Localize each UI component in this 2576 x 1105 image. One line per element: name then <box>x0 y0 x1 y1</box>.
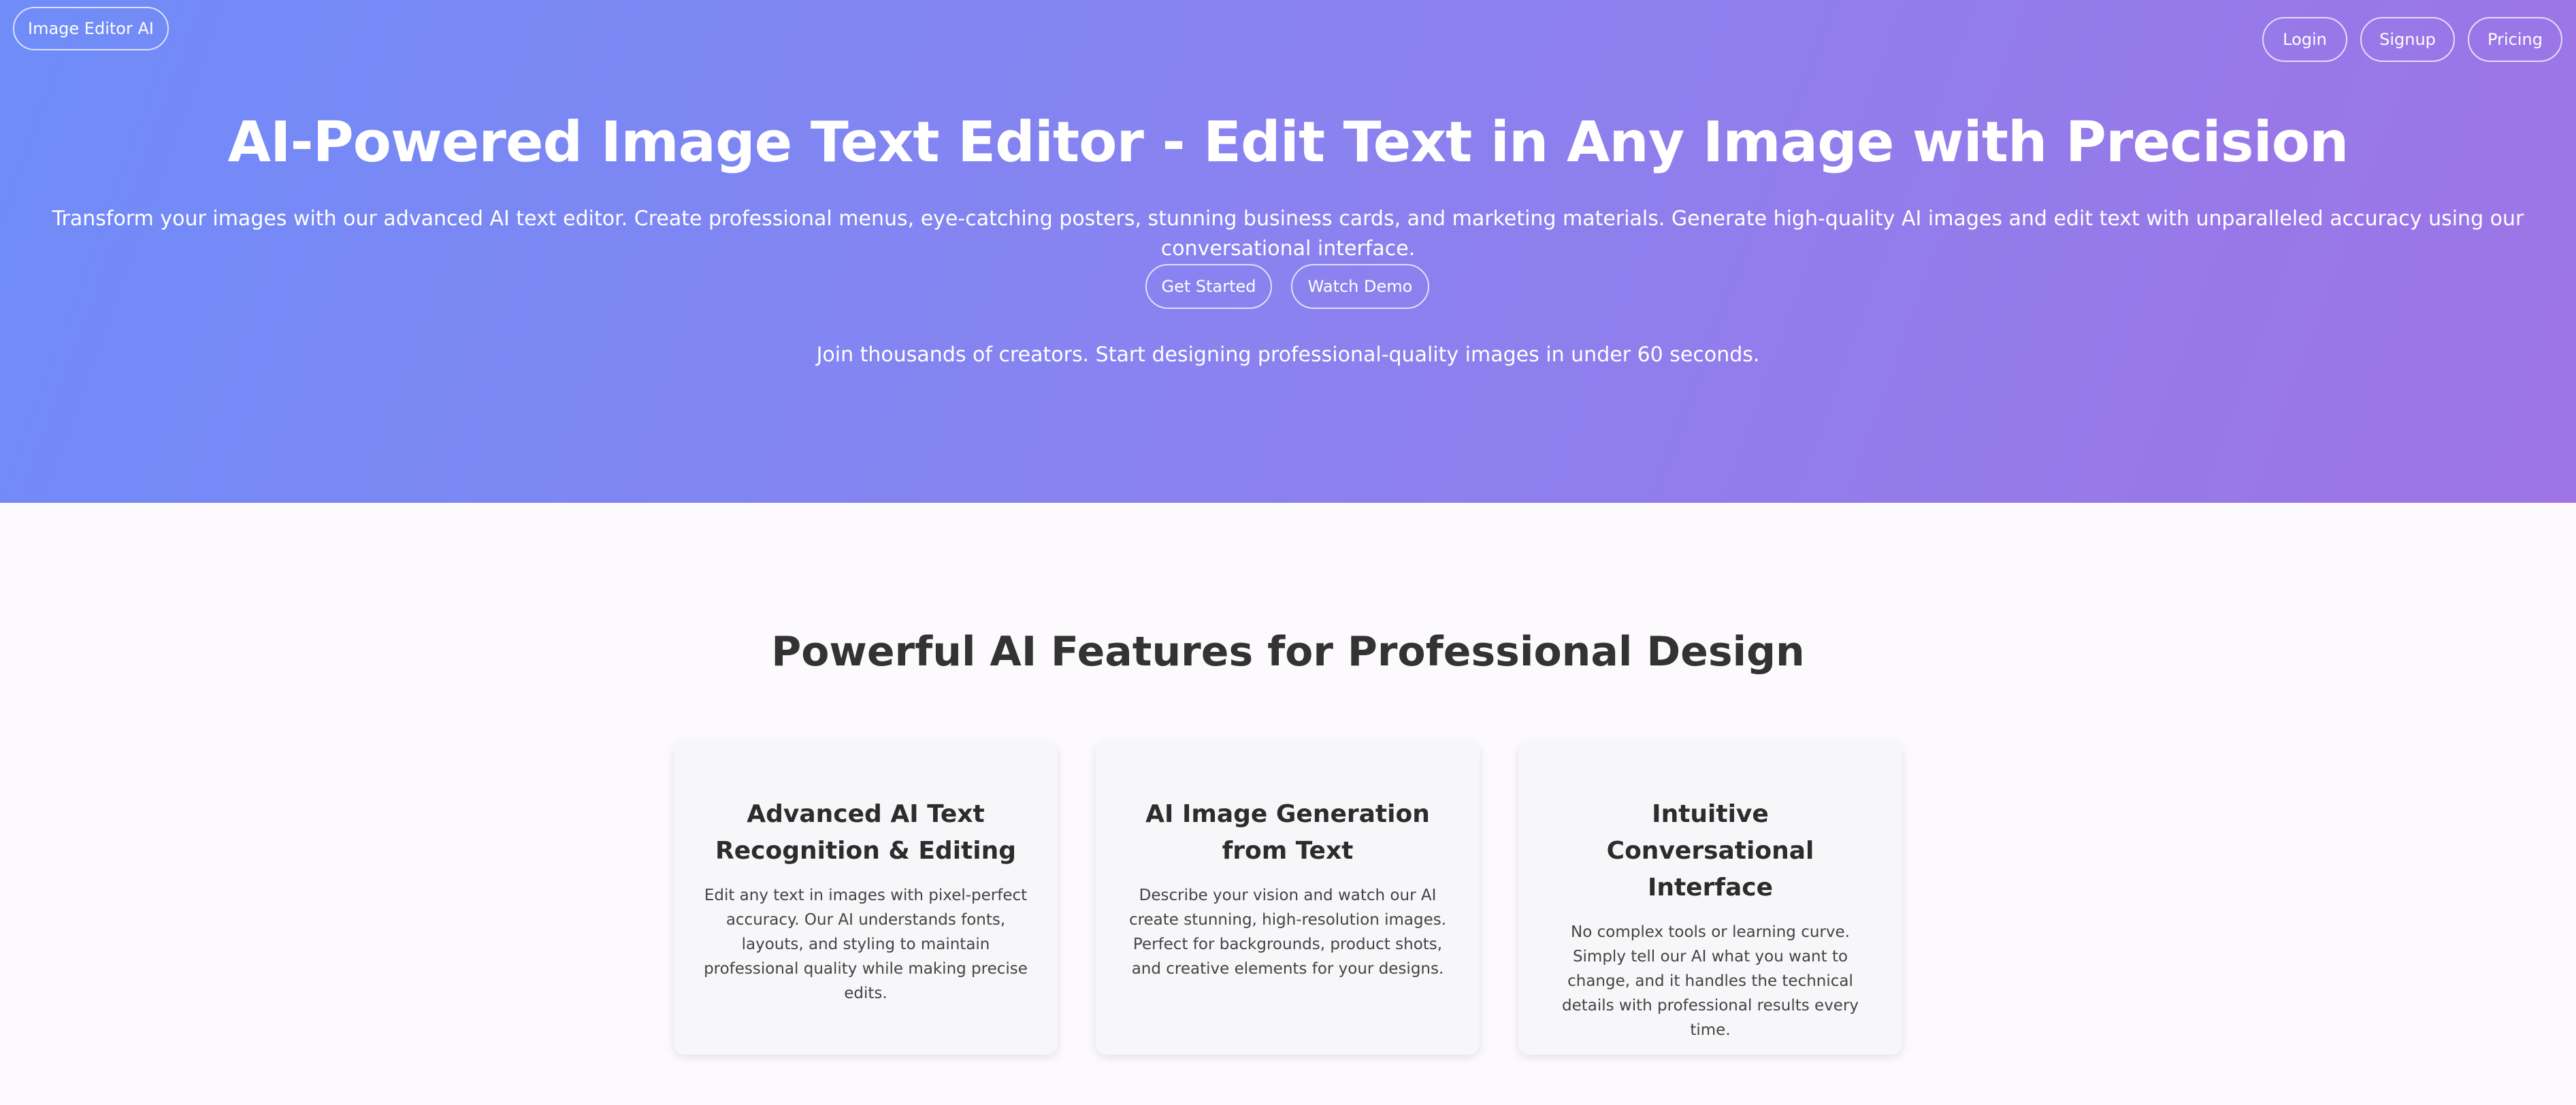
feature-card-text: Describe your vision and watch our AI cr… <box>1128 887 1447 978</box>
login-button[interactable]: Login <box>2262 17 2347 62</box>
feature-card-title: Intuitive Conversational Interface <box>1606 800 1814 902</box>
feature-card-text: Edit any text in images with pixel-perfe… <box>704 887 1028 1002</box>
watch-demo-button[interactable]: Watch Demo <box>1291 264 1429 309</box>
features-title: Powerful AI Features for Professional De… <box>771 628 1805 676</box>
feature-card-image-generation: AI Image Generation from Text Describe y… <box>1096 742 1480 1055</box>
feature-card-text: No complex tools or learning curve. Simp… <box>1561 923 1859 1039</box>
hero-subtitle: Transform your images with our advanced … <box>52 207 2524 261</box>
feature-card-text-editing: Advanced AI Text Recognition & Editing E… <box>674 742 1058 1055</box>
feature-card-conversational: Intuitive Conversational Interface No co… <box>1518 742 1902 1055</box>
feature-card-title: Advanced AI Text Recognition & Editing <box>715 800 1016 865</box>
hero-note: Join thousands of creators. Start design… <box>816 343 1760 367</box>
hero-section: Image Editor AI Login Signup Pricing AI-… <box>0 0 2576 503</box>
pricing-button[interactable]: Pricing <box>2468 17 2562 62</box>
hero-title: AI-Powered Image Text Editor - Edit Text… <box>227 110 2349 175</box>
feature-card-title: AI Image Generation from Text <box>1145 800 1430 865</box>
get-started-button[interactable]: Get Started <box>1145 264 1272 309</box>
signup-button[interactable]: Signup <box>2360 17 2455 62</box>
logo-button[interactable]: Image Editor AI <box>13 7 169 50</box>
